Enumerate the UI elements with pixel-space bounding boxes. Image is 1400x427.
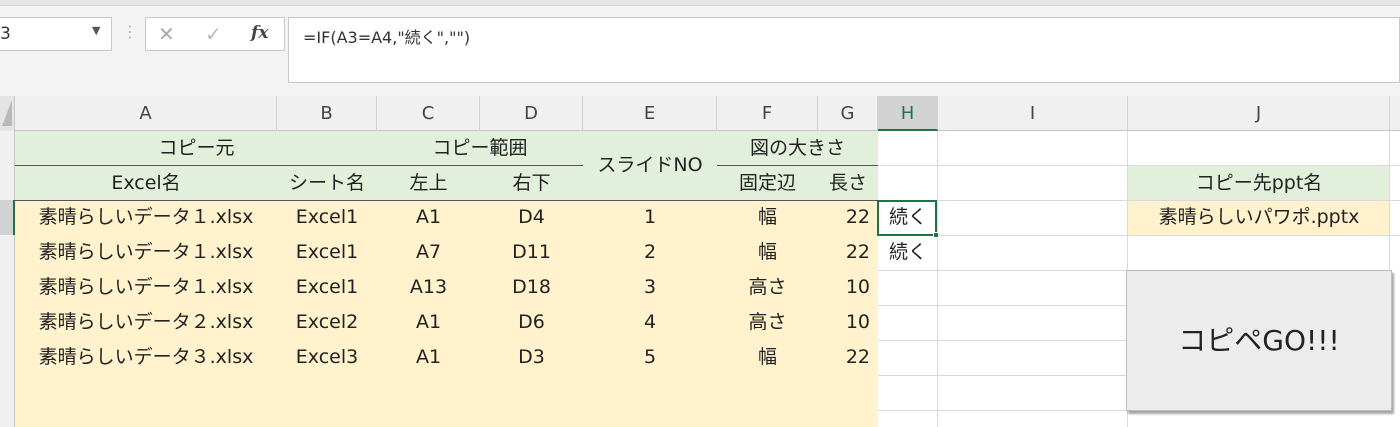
cell-bottom-right[interactable]: D4 <box>480 200 583 235</box>
header-sheet-name: シート名 <box>288 172 365 194</box>
header-top-left: 左上 <box>409 172 448 194</box>
cell-top-left[interactable]: A1 <box>377 305 480 340</box>
ribbon-edge <box>0 0 1400 6</box>
gridline <box>878 340 1128 341</box>
select-all-icon <box>2 100 12 126</box>
cancel-icon[interactable]: ✕ <box>158 22 175 46</box>
header-excel-name: Excel名 <box>111 172 181 194</box>
gridline <box>878 375 1128 376</box>
cell-sheet-name[interactable]: Excel2 <box>277 305 377 340</box>
column-header-i[interactable]: I <box>938 96 1128 131</box>
cell-sheet-name[interactable]: Excel3 <box>277 340 377 375</box>
fill-handle[interactable] <box>933 232 939 238</box>
header-copy-range: コピー範囲 <box>432 137 528 159</box>
formula-text[interactable]: =IF(A3=A4,"続く","") <box>303 24 470 48</box>
gridline <box>878 270 1128 271</box>
cell-slide-no[interactable]: 1 <box>583 200 717 235</box>
cell-length[interactable]: 22 <box>818 340 870 375</box>
cell-excel-name[interactable]: 素晴らしいデータ３.xlsx <box>15 340 277 375</box>
cell-bottom-right[interactable]: D11 <box>480 235 583 270</box>
cell-slide-no[interactable]: 4 <box>583 305 717 340</box>
cell-continue[interactable]: 続く <box>878 235 938 270</box>
header-bottom-right: 右下 <box>512 172 551 194</box>
cell-fixed-side[interactable]: 幅 <box>717 340 818 375</box>
enter-icon[interactable]: ✓ <box>205 22 222 46</box>
column-header-f[interactable]: F <box>717 96 818 131</box>
column-header-d[interactable]: D <box>480 96 583 131</box>
column-header-j[interactable]: J <box>1128 96 1390 131</box>
name-box-dropdown-icon[interactable]: ▼ <box>92 24 100 37</box>
column-header-c[interactable]: C <box>377 96 480 131</box>
cell-bottom-right[interactable]: D6 <box>480 305 583 340</box>
cell-fixed-side[interactable]: 幅 <box>717 200 818 235</box>
column-header-a[interactable]: A <box>15 96 277 131</box>
cell-sheet-name[interactable]: Excel1 <box>277 200 377 235</box>
row-header-bar[interactable] <box>0 131 15 427</box>
gridline <box>878 235 1400 236</box>
cell-fixed-side[interactable]: 高さ <box>717 305 818 340</box>
header-fixed-side: 固定辺 <box>738 172 796 194</box>
cell-top-left[interactable]: A1 <box>377 340 480 375</box>
cell-slide-no[interactable]: 3 <box>583 270 717 305</box>
gridline <box>878 305 1128 306</box>
row-header-selected[interactable] <box>0 200 15 235</box>
cell-slide-no[interactable]: 5 <box>583 340 717 375</box>
cell-excel-name[interactable]: 素晴らしいデータ２.xlsx <box>15 305 277 340</box>
header-dest-ppt-name: コピー先ppt名 <box>1195 172 1323 194</box>
header-slide-no: スライドNO <box>583 148 717 183</box>
cell-top-left[interactable]: A1 <box>377 200 480 235</box>
column-header-h[interactable]: H <box>878 96 938 131</box>
header-figure-size: 図の大きさ <box>749 137 845 159</box>
insert-function-icon[interactable]: fx <box>251 23 268 43</box>
cell-bottom-right[interactable]: D3 <box>480 340 583 375</box>
drag-handle-icon[interactable]: ⋮ <box>122 22 138 41</box>
active-cell-border <box>877 200 937 236</box>
cell-bottom-right[interactable]: D18 <box>480 270 583 305</box>
header-length: 長さ <box>828 172 867 194</box>
header-copy-source: コピー元 <box>158 137 235 159</box>
cell-sheet-name[interactable]: Excel1 <box>277 235 377 270</box>
column-header-b[interactable]: B <box>277 96 377 131</box>
cell-length[interactable]: 22 <box>818 200 870 235</box>
cell-length[interactable]: 10 <box>818 270 870 305</box>
name-box-value[interactable]: 3 <box>0 24 11 44</box>
cell-excel-name[interactable]: 素晴らしいデータ１.xlsx <box>15 200 277 235</box>
cell-top-left[interactable]: A7 <box>377 235 480 270</box>
gridline <box>937 131 938 427</box>
cell-length[interactable]: 22 <box>818 235 870 270</box>
column-header-g[interactable]: G <box>818 96 878 131</box>
cell-fixed-side[interactable]: 幅 <box>717 235 818 270</box>
cell-excel-name[interactable]: 素晴らしいデータ１.xlsx <box>15 235 277 270</box>
cell-top-left[interactable]: A13 <box>377 270 480 305</box>
copy-paste-go-button[interactable]: コピペGO!!! <box>1126 270 1392 411</box>
cell-sheet-name[interactable]: Excel1 <box>277 270 377 305</box>
cell-excel-name[interactable]: 素晴らしいデータ１.xlsx <box>15 270 277 305</box>
gridline <box>878 410 1128 411</box>
cell-length[interactable]: 10 <box>818 305 870 340</box>
cell-dest-ppt-value[interactable]: 素晴らしいパワポ.pptx <box>1128 200 1390 235</box>
cell-slide-no[interactable]: 2 <box>583 235 717 270</box>
column-header-e[interactable]: E <box>583 96 717 131</box>
cell-fixed-side[interactable]: 高さ <box>717 270 818 305</box>
